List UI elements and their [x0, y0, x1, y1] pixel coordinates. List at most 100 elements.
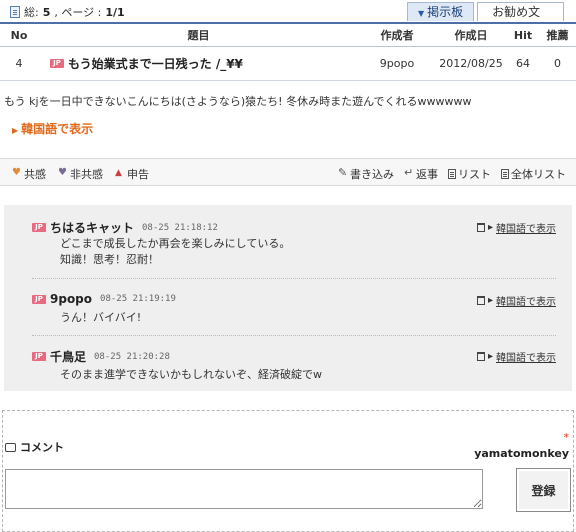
comment-input[interactable]	[5, 469, 483, 509]
report-label: 申告	[127, 168, 149, 181]
col-header-author: 作成者	[380, 29, 414, 42]
comment-time: 08-25 21:18:12	[142, 222, 218, 233]
jp-flag-badge: JP	[32, 223, 46, 232]
tab-recommended[interactable]: お勧め文	[477, 2, 565, 21]
post-action-bar: 共感 非共感 申告 書き込み 返事 リスト 全体リスト	[0, 158, 576, 186]
comment-header: JP 9popo 08-25 21:19:19	[32, 292, 176, 306]
triangle-right-icon: ▶	[12, 126, 19, 135]
heart-icon	[12, 167, 22, 179]
comment-line: うん！バイバイ!	[60, 311, 142, 324]
alert-icon	[115, 168, 125, 179]
comment-actions: ▸ 韓国語で表示	[476, 293, 556, 308]
all-list-label: 全体リスト	[511, 168, 566, 181]
list-button[interactable]: リスト	[448, 166, 491, 182]
list-label: リスト	[458, 168, 491, 181]
comment-text: そのまま進学できないかもしれないぞ、経済破綻でw	[60, 367, 322, 383]
trash-icon[interactable]	[476, 296, 485, 305]
comment-translate-link[interactable]: 韓国語で表示	[496, 293, 556, 308]
col-header-title: 題目	[187, 29, 210, 42]
comment-header: JP 千鳥足 08-25 21:20:28	[32, 348, 170, 365]
col-header-recommend: 推薦	[546, 29, 569, 42]
comment-divider	[32, 335, 556, 336]
comment-header: JP ちはるキャット 08-25 21:18:12	[32, 219, 218, 236]
board-tabs: ▼ 掲示板 お勧め文	[407, 2, 567, 21]
comment-line: 知識！思考！忍耐！	[60, 253, 159, 266]
trash-icon[interactable]	[476, 352, 485, 361]
like-label: 共感	[24, 168, 46, 181]
list-icon	[501, 169, 509, 179]
tab-board[interactable]: ▼ 掲示板	[407, 2, 475, 21]
speech-bubble-icon	[5, 442, 16, 452]
comment-author[interactable]: 千鳥足	[50, 348, 86, 365]
table-header: No 題目 作成者 作成日 Hit 推薦	[0, 22, 576, 47]
jp-flag-badge: JP	[32, 352, 46, 361]
pencil-icon	[338, 166, 348, 179]
triangle-right-icon: ▸	[487, 351, 493, 362]
total-label: 総:	[24, 6, 39, 19]
comment-form-title-label: コメント	[20, 441, 64, 454]
reply-button[interactable]: 返事	[404, 166, 438, 182]
col-header-hit: Hit	[513, 28, 533, 42]
triangle-right-icon: ▸	[487, 222, 493, 233]
comment-line: そのまま進学できないかもしれないぞ、経済破綻でw	[60, 368, 322, 381]
jp-flag-badge: JP	[50, 59, 64, 68]
page-label: , ページ :	[54, 6, 102, 19]
comment-time: 08-25 21:19:19	[100, 294, 176, 304]
document-icon	[10, 6, 20, 18]
list-icon	[448, 169, 456, 179]
required-mark: *	[563, 431, 570, 444]
reply-label: 返事	[416, 168, 438, 181]
jp-flag-badge: JP	[32, 294, 46, 304]
cell-title: JP もう始業式まで一日残った /_¥¥	[38, 55, 359, 72]
cell-author[interactable]: 9popo	[359, 57, 435, 70]
comment-actions: ▸ 韓国語で表示	[476, 220, 556, 235]
comment-form-title: コメント	[5, 439, 64, 455]
trash-icon[interactable]	[476, 223, 485, 232]
post-body: もう kjを一日中できないこんにちは(さようなら)猿たち! 冬休み時また遊んでく…	[4, 95, 472, 108]
table-row: 4 JP もう始業式まで一日残った /_¥¥ 9popo 2012/08/25 …	[0, 47, 576, 81]
cell-hit: 64	[516, 57, 530, 70]
comment-actions: ▸ 韓国語で表示	[476, 349, 556, 364]
caret-down-icon: ▼	[418, 9, 425, 18]
comment-line: どこまで成長したか再会を楽しみにしている。	[60, 237, 291, 250]
post-title[interactable]: もう始業式まで一日残った /_¥¥	[68, 55, 243, 72]
cell-date: 2012/08/25	[439, 57, 503, 70]
comment-author[interactable]: 9popo	[50, 292, 92, 306]
comment-translate-link[interactable]: 韓国語で表示	[496, 349, 556, 364]
reaction-actions: 共感 非共感 申告	[12, 166, 149, 182]
write-label: 書き込み	[350, 168, 394, 181]
submit-comment-button[interactable]: 登録	[516, 468, 571, 512]
board-topbar: 総: 5 , ページ : 1/1 ▼ 掲示板 お勧め文	[0, 0, 576, 22]
tab-recommended-label: お勧め文	[492, 5, 541, 19]
dislike-label: 非共感	[70, 168, 103, 181]
comment-divider	[32, 278, 556, 279]
col-header-no: No	[10, 28, 28, 42]
page-value: 1/1	[105, 5, 125, 19]
comment-form: コメント * yamatomonkey 登録	[2, 410, 574, 532]
col-header-date: 作成日	[454, 29, 488, 42]
post-count-info: 総: 5 , ページ : 1/1	[10, 4, 125, 20]
dislike-button[interactable]: 非共感	[58, 166, 103, 182]
cell-recommend: 0	[554, 57, 561, 70]
navigation-actions: 書き込み 返事 リスト 全体リスト	[338, 166, 566, 182]
report-button[interactable]: 申告	[115, 166, 149, 182]
like-button[interactable]: 共感	[12, 166, 46, 182]
comment-text: どこまで成長したか再会を楽しみにしている。 知識！思考！忍耐！	[60, 236, 290, 268]
comment-text: うん！バイバイ!	[60, 310, 141, 326]
comment-time: 08-25 21:20:28	[94, 351, 170, 362]
broken-heart-icon	[58, 167, 68, 179]
total-value: 5	[42, 5, 51, 19]
current-username: yamatomonkey	[474, 447, 569, 460]
reply-icon	[404, 166, 414, 179]
comment-translate-link[interactable]: 韓国語で表示	[496, 220, 556, 235]
post-translate-label: 韓国語で表示	[21, 122, 94, 136]
post-translate-link[interactable]: ▶ 韓国語で表示	[12, 120, 93, 137]
triangle-right-icon: ▸	[487, 295, 493, 306]
cell-no: 4	[15, 57, 23, 70]
write-button[interactable]: 書き込み	[338, 166, 394, 182]
all-list-button[interactable]: 全体リスト	[501, 166, 566, 182]
comment-list: JP ちはるキャット 08-25 21:18:12 どこまで成長したか再会を楽し…	[4, 205, 572, 391]
tab-board-label: 掲示板	[427, 5, 464, 19]
board-table: No 題目 作成者 作成日 Hit 推薦 4 JP もう始業式まで一日残った /…	[0, 22, 576, 81]
comment-author[interactable]: ちはるキャット	[50, 219, 134, 236]
